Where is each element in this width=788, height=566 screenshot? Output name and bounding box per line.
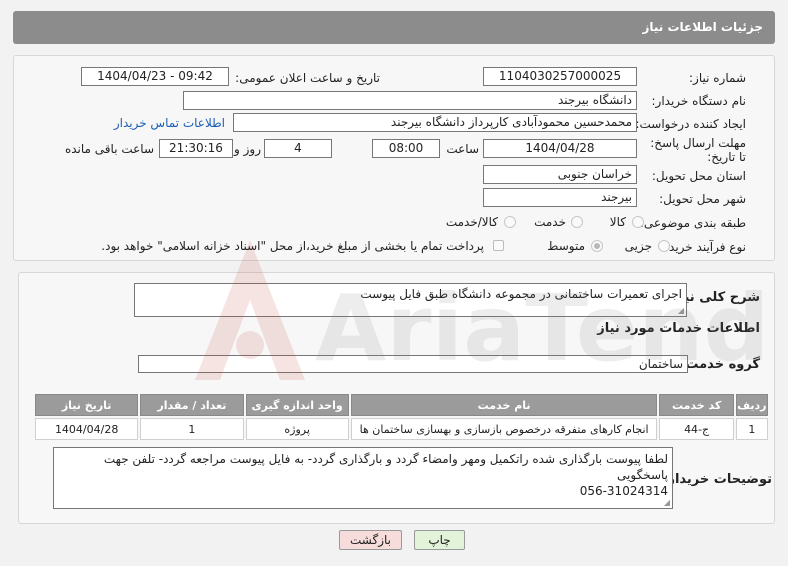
category-goods-label: کالا <box>609 215 626 229</box>
process-minor-label: جزیی <box>624 239 652 253</box>
services-table: ردیف کد خدمت نام خدمت واحد اندازه گیری ت… <box>33 392 770 442</box>
category-goods-service-radio[interactable] <box>504 216 516 228</box>
cell-row-number: 1 <box>735 418 768 440</box>
category-goods-radio[interactable] <box>632 216 644 228</box>
remaining-time-label: ساعت باقی مانده <box>64 142 154 156</box>
description-text: اجرای تعمیرات ساختمانی در مجموعه دانشگاه… <box>360 287 682 301</box>
treasury-payment-checkbox[interactable] <box>493 240 504 251</box>
col-service-code: کد خدمت <box>659 394 734 416</box>
buyer-notes-line-2: 056-31024314 <box>579 484 668 498</box>
deadline-label: مهلت ارسال پاسخ: تا تاریخ: <box>646 136 746 164</box>
need-number-label: شماره نیاز: <box>689 71 746 85</box>
process-minor-radio[interactable] <box>658 240 670 252</box>
col-unit: واحد اندازه گیری <box>245 394 349 416</box>
deadline-time-label: ساعت <box>446 142 479 156</box>
deadline-label-text: مهلت ارسال پاسخ: تا تاریخ: <box>650 136 746 164</box>
buyer-notes-field[interactable]: لطفا پیوست بارگذاری شده راتکمیل ومهر وام… <box>53 447 673 509</box>
service-group-field[interactable]: ساختمان <box>138 355 688 373</box>
buyer-org-field[interactable]: دانشگاه بیرجند <box>183 91 637 110</box>
services-section-title: اطلاعات خدمات مورد نیاز <box>597 321 760 336</box>
process-label: نوع فرآیند خرید : <box>661 240 746 254</box>
cell-unit: پروژه <box>245 418 349 440</box>
days-label: روز و <box>234 142 261 156</box>
buyer-notes-line-1: لطفا پیوست بارگذاری شده راتکمیل ومهر وام… <box>103 452 668 482</box>
days-field[interactable]: 4 <box>264 139 332 158</box>
print-button[interactable]: چاپ <box>414 530 465 550</box>
page-header: جزئیات اطلاعات نیاز <box>13 11 775 44</box>
remaining-time-field[interactable]: 21:30:16 <box>159 139 233 158</box>
col-quantity: تعداد / مقدار <box>140 394 244 416</box>
announce-label: تاریخ و ساعت اعلان عمومی: <box>235 71 380 85</box>
city-field[interactable]: بیرجند <box>483 188 637 207</box>
deadline-date-field[interactable]: 1404/04/28 <box>483 139 637 158</box>
need-number-field[interactable]: 1104030257000025 <box>483 67 637 86</box>
province-label: استان محل تحویل: <box>651 169 746 183</box>
creator-field[interactable]: محمدحسین محمودآبادی کارپرداز دانشگاه بیر… <box>233 113 637 132</box>
resize-handle-icon[interactable]: ◢ <box>664 499 670 507</box>
category-label: طبقه بندی موضوعی: <box>639 216 746 230</box>
contact-info-link[interactable]: اطلاعات تماس خریدار <box>114 116 225 130</box>
city-label: شهر محل تحویل: <box>659 192 746 206</box>
category-goods-service-label: کالا/خدمت <box>445 215 498 229</box>
col-need-date: تاریخ نیاز <box>35 394 139 416</box>
col-row-number: ردیف <box>735 394 768 416</box>
province-field[interactable]: خراسان جنوبی <box>483 165 637 184</box>
category-service-label: خدمت <box>534 215 566 229</box>
payment-note: پرداخت تمام یا بخشی از مبلغ خرید،از محل … <box>101 239 484 253</box>
resize-handle-icon[interactable]: ◢ <box>678 307 684 315</box>
back-button[interactable]: بازگشت <box>339 530 402 550</box>
deadline-time-field[interactable]: 08:00 <box>372 139 440 158</box>
description-field[interactable]: اجرای تعمیرات ساختمانی در مجموعه دانشگاه… <box>134 283 687 317</box>
services-table-header: ردیف کد خدمت نام خدمت واحد اندازه گیری ت… <box>35 394 768 416</box>
creator-label: ایجاد کننده درخواست: <box>635 117 746 131</box>
process-medium-label: متوسط <box>547 239 585 253</box>
col-service-name: نام خدمت <box>350 394 658 416</box>
category-service-radio[interactable] <box>571 216 583 228</box>
page-title: جزئیات اطلاعات نیاز <box>642 20 763 34</box>
buyer-org-label: نام دستگاه خریدار: <box>651 94 747 108</box>
service-group-label: گروه خدمت: <box>680 357 760 372</box>
cell-service-code: ج-44 <box>659 418 734 440</box>
table-row[interactable]: 1 ج-44 انجام کارهای متفرقه درخصوص بازساز… <box>35 418 768 440</box>
cell-need-date: 1404/04/28 <box>35 418 139 440</box>
process-medium-radio[interactable] <box>591 240 603 252</box>
buyer-notes-label: توضیحات خریدار: <box>662 472 772 487</box>
cell-quantity: 1 <box>140 418 244 440</box>
announce-field[interactable]: 1404/04/23 - 09:42 <box>81 67 229 86</box>
cell-service-name: انجام کارهای متفرقه درخصوص بازسازی و بهس… <box>350 418 658 440</box>
